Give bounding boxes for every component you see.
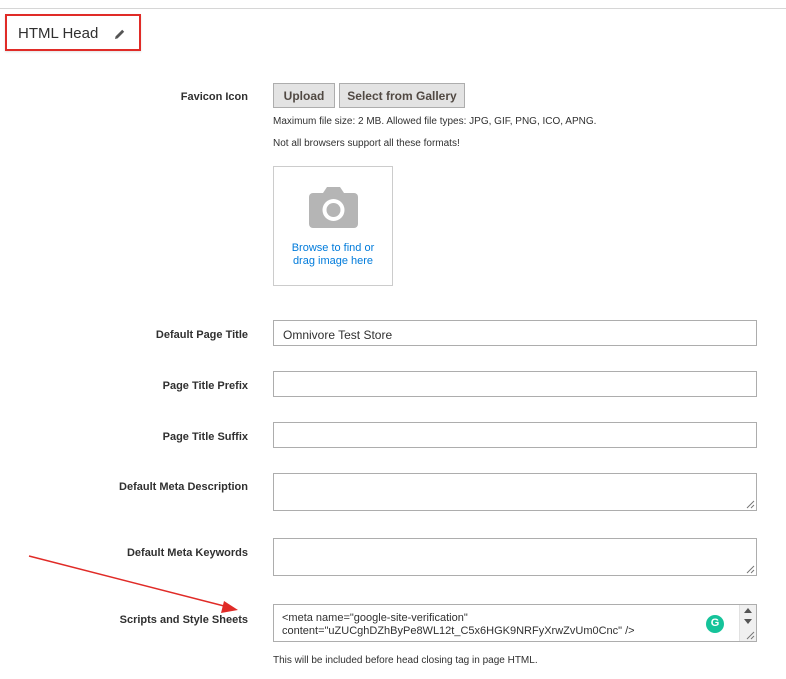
scripts-line2: content="uZUCghDZhByPe8WL12t_C5x6HGK9NRF… — [282, 625, 635, 637]
grammarly-icon[interactable]: G — [706, 615, 724, 633]
scripts-textarea[interactable]: <meta name="google-site-verification" co… — [273, 604, 757, 642]
dropzone-hint-line1[interactable]: Browse to find or — [274, 242, 392, 255]
page-title-prefix-label: Page Title Prefix — [162, 380, 248, 392]
browser-support-note: Not all browsers support all these forma… — [273, 138, 460, 149]
image-dropzone[interactable]: Browse to find or drag image here — [273, 166, 393, 286]
resize-handle-icon[interactable] — [746, 631, 755, 640]
dropzone-hint-line2[interactable]: drag image here — [274, 255, 392, 268]
scripts-label: Scripts and Style Sheets — [119, 614, 248, 626]
scroll-up-icon[interactable] — [744, 608, 752, 613]
section-title-box[interactable]: HTML Head — [5, 14, 141, 51]
top-divider — [0, 8, 786, 9]
meta-keywords-textarea[interactable] — [273, 538, 757, 576]
default-page-title-input[interactable]: Omnivore Test Store — [273, 320, 757, 346]
meta-description-label: Default Meta Description — [119, 481, 248, 493]
camera-icon — [309, 187, 358, 228]
dropzone-hint[interactable]: Browse to find or drag image here — [274, 242, 392, 268]
page-title-prefix-input[interactable] — [273, 371, 757, 397]
select-from-gallery-button[interactable]: Select from Gallery — [339, 83, 465, 108]
meta-description-textarea[interactable] — [273, 473, 757, 511]
scripts-value[interactable]: <meta name="google-site-verification" co… — [282, 612, 635, 638]
resize-handle-icon[interactable] — [746, 500, 755, 509]
resize-handle-icon[interactable] — [746, 565, 755, 574]
favicon-label: Favicon Icon — [180, 91, 248, 103]
pencil-icon[interactable] — [114, 28, 126, 40]
page-title-suffix-input[interactable] — [273, 422, 757, 448]
grammarly-glyph: G — [710, 617, 720, 629]
section-title: HTML Head — [18, 25, 99, 42]
file-size-note: Maximum file size: 2 MB. Allowed file ty… — [273, 116, 597, 127]
scripts-line1: <meta name="google-site-verification" — [282, 612, 468, 624]
page-title-suffix-label: Page Title Suffix — [162, 431, 248, 443]
meta-keywords-label: Default Meta Keywords — [126, 547, 248, 559]
upload-button[interactable]: Upload — [273, 83, 335, 108]
scroll-down-icon[interactable] — [744, 619, 752, 624]
default-page-title-label: Default Page Title — [155, 329, 248, 341]
scripts-note: This will be included before head closin… — [273, 655, 538, 666]
